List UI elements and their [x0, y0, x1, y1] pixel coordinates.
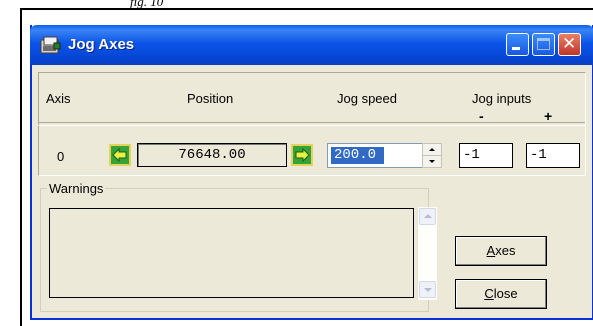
header-jog-inputs: Jog inputs	[472, 91, 532, 106]
scroll-down-icon	[424, 288, 432, 292]
header-position: Position	[187, 91, 234, 106]
jog-input-plus[interactable]: -1	[526, 143, 580, 168]
document-frame-left	[20, 8, 22, 326]
title-bar[interactable]: Jog Axes ✕	[30, 25, 593, 65]
minimize-button[interactable]	[506, 33, 529, 56]
jog-speed-input[interactable]: 200.0	[327, 143, 423, 168]
scroll-up-icon	[424, 214, 432, 218]
jog-speed-spinner[interactable]	[422, 143, 442, 168]
spin-up-button[interactable]	[423, 144, 441, 156]
jog-input-minus[interactable]: -1	[459, 143, 513, 168]
left-arrow-icon	[112, 147, 127, 163]
close-window-button[interactable]: ✕	[558, 33, 581, 56]
right-arrow-icon	[295, 147, 310, 163]
warnings-textbox[interactable]	[49, 208, 414, 298]
warnings-scrollbar[interactable]	[417, 207, 437, 300]
scroll-down-button[interactable]	[419, 281, 436, 298]
jog-axes-window: Jog Axes ✕ Axis Position Jog speed Jog i…	[30, 25, 593, 320]
window-title: Jog Axes	[68, 36, 135, 53]
warnings-label: Warnings	[47, 181, 106, 196]
maximize-icon	[537, 38, 550, 50]
document-frame-top	[20, 8, 593, 10]
axes-button[interactable]: Axes	[455, 236, 547, 266]
jog-negative-button[interactable]	[109, 144, 131, 166]
header-jog-minus: -	[479, 108, 484, 124]
minimize-icon	[512, 47, 520, 50]
header-separator	[38, 122, 585, 126]
arrow-up-icon	[429, 148, 435, 151]
position-display: 76648.00	[137, 143, 287, 167]
header-jog-plus: +	[544, 108, 553, 124]
close-icon: ✕	[562, 34, 577, 54]
window-app-icon	[40, 36, 61, 54]
header-jog-speed: Jog speed	[337, 91, 397, 106]
jog-speed-value: 200.0	[331, 147, 384, 164]
axis-number: 0	[57, 149, 65, 164]
jog-positive-button[interactable]	[291, 144, 313, 166]
arrow-down-icon	[429, 160, 435, 163]
close-button[interactable]: Close	[455, 279, 547, 309]
maximize-button	[532, 33, 555, 56]
spin-down-button[interactable]	[423, 156, 441, 167]
scroll-up-button[interactable]	[419, 208, 436, 225]
header-axis: Axis	[46, 91, 71, 106]
window-content: Axis Position Jog speed Jog inputs - + 0…	[32, 65, 592, 320]
